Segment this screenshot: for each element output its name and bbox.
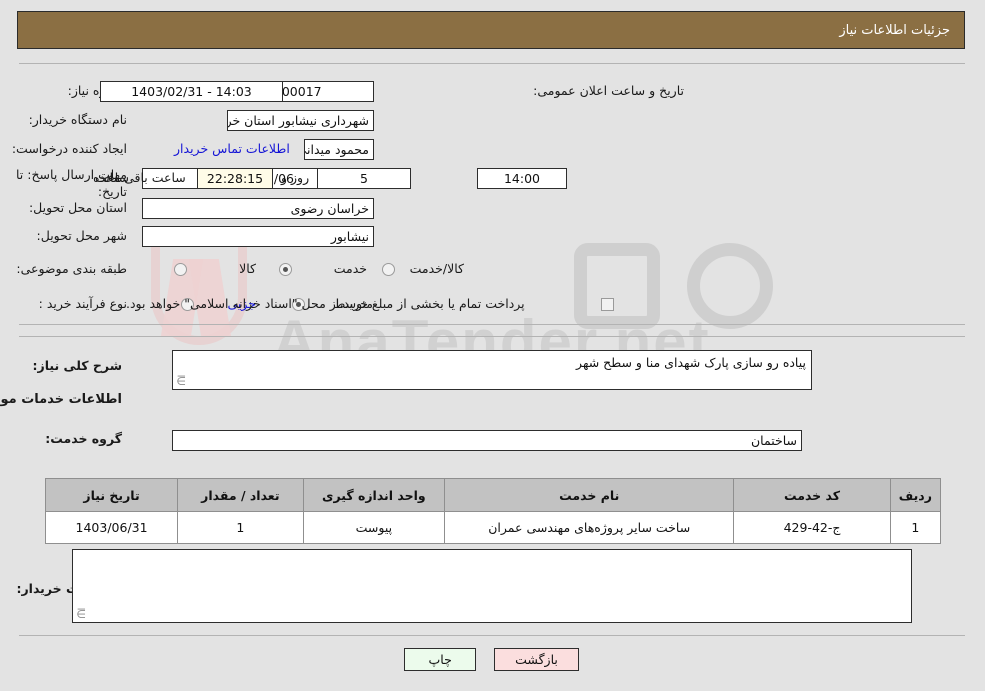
cell-row-no: 1 [890,511,943,544]
radio-classification-service-label: خدمت [334,261,368,276]
radio-classification-goods[interactable] [175,263,188,276]
services-table: ردیف کد خدمت نام خدمت واحد اندازه گیری ت… [45,478,943,544]
radio-classification-goods-service-label: کالا/خدمت [410,261,465,276]
general-desc-value: پیاده رو سازی پارک شهدای منا و سطح شهر [577,355,807,370]
th-unit: واحد اندازه گیری [303,478,447,512]
th-row-no: ردیف [890,478,943,512]
service-group-value: ساختمان [173,430,803,451]
th-need-date: تاریخ نیاز [45,478,180,512]
th-quantity: تعداد / مقدار [178,478,305,512]
public-announce-value: 14:03 - 1403/02/31 [101,81,284,102]
treasury-bond-note: پرداخت تمام یا بخشی از مبلغ خرید،از محل … [127,296,526,311]
deadline-days-label: روز و [282,170,311,185]
buyer-org-label: نام دستگاه خریدار: [29,112,128,127]
back-button[interactable]: بازگشت [495,648,580,671]
delivery-province-value: خراسان رضوی [143,198,375,219]
buyer-org-value: شهرداری نیشابور استان خراسان رضوی [228,110,375,131]
services-heading: اطلاعات خدمات مورد نیاز [0,392,123,407]
general-desc-textarea[interactable]: پیاده رو سازی پارک شهدای منا و سطح شهر ⋶ [173,350,813,390]
table-row[interactable]: 1 ج-42-429 ساخت سایر پروژه‌های مهندسی عم… [45,511,943,544]
classification-label: طبقه بندی موضوعی: [17,261,128,276]
page-title: جزئیات اطلاعات نیاز [840,22,951,38]
resize-grip-icon-2[interactable]: ⋶ [77,609,87,620]
buyer-contact-link[interactable]: اطلاعات تماس خریدار [175,141,291,156]
purchase-process-label: نوع فرآیند خرید : [39,296,128,311]
cell-service-name: ساخت سایر پروژه‌های مهندسی عمران [445,511,736,544]
cell-need-date: 1403/06/31 [45,511,180,544]
deadline-remaining-label: ساعت باقی مانده [94,170,187,185]
request-creator-value: محمود میدانی کاربرداز شهرداری نیشابور اس… [305,139,375,160]
page-header-bar: جزئیات اطلاعات نیاز [18,11,966,49]
request-creator-label: ایجاد کننده درخواست: [12,141,128,156]
public-announce-label: تاریخ و ساعت اعلان عمومی: [534,83,685,98]
resize-grip-icon[interactable]: ⋶ [177,376,187,387]
table-header-row: ردیف کد خدمت نام خدمت واحد اندازه گیری ت… [45,478,943,512]
radio-classification-goods-service[interactable] [383,263,396,276]
delivery-city-value: نیشابور [143,226,375,247]
treasury-bond-checkbox[interactable] [602,298,615,311]
delivery-city-label: شهر محل تحویل: [37,228,128,243]
print-button[interactable]: چاپ [405,648,478,671]
cell-quantity: 1 [178,511,305,544]
th-service-code: کد خدمت [734,478,892,512]
need-info-panel [20,63,966,325]
radio-classification-goods-label: کالا [240,261,257,276]
buyer-notes-textarea[interactable]: ⋶ [73,549,913,623]
general-desc-label: شرح کلی نیاز: [33,358,123,373]
delivery-province-label: استان محل تحویل: [29,200,128,215]
th-service-name: نام خدمت [445,478,736,512]
deadline-hour-value: 14:00 [478,168,568,189]
deadline-time-remaining: 22:28:15 [198,168,274,189]
deadline-days-value: 5 [318,168,412,189]
cell-unit: پیوست [303,511,447,544]
action-button-bar: بازگشت چاپ [0,648,985,671]
radio-classification-service[interactable] [280,263,293,276]
service-group-label: گروه خدمت: [46,431,123,446]
cell-service-code: ج-42-429 [734,511,892,544]
